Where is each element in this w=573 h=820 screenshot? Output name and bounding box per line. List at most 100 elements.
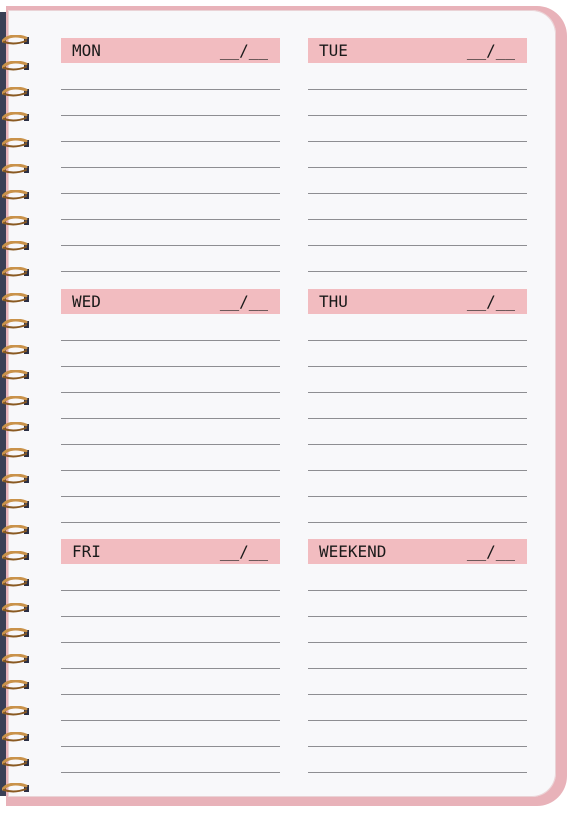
writing-line <box>308 616 527 617</box>
writing-line <box>61 642 280 643</box>
spiral-coil-icon <box>1 82 29 97</box>
spiral-coil-icon <box>1 520 29 535</box>
writing-line <box>61 141 280 142</box>
writing-line <box>308 720 527 721</box>
spiral-coil-icon <box>1 727 29 742</box>
writing-line <box>61 444 280 445</box>
writing-line <box>308 115 527 116</box>
date-blank: __/__ <box>466 292 515 311</box>
spiral-coil-icon <box>1 56 29 71</box>
writing-line <box>308 418 527 419</box>
section-header: FRI __/__ <box>61 539 280 564</box>
writing-line <box>61 668 280 669</box>
writing-line <box>61 340 280 341</box>
writing-line <box>308 496 527 497</box>
writing-line <box>61 219 280 220</box>
writing-line <box>61 193 280 194</box>
writing-line <box>308 193 527 194</box>
date-blank: __/__ <box>466 542 515 561</box>
day-label: FRI <box>72 542 101 561</box>
writing-line <box>308 772 527 773</box>
writing-line <box>61 694 280 695</box>
day-label: MON <box>72 41 101 60</box>
writing-line <box>308 219 527 220</box>
section-header: WED __/__ <box>61 289 280 314</box>
day-label: WED <box>72 292 101 311</box>
writing-line <box>308 366 527 367</box>
writing-line <box>308 271 527 272</box>
writing-line <box>308 642 527 643</box>
day-label: WEEKEND <box>319 542 387 561</box>
spiral-coil-icon <box>1 340 29 355</box>
spiral-coil-icon <box>1 236 29 251</box>
section-header: WEEKEND __/__ <box>308 539 527 564</box>
writing-line <box>61 496 280 497</box>
spiral-coil-icon <box>1 159 29 174</box>
date-blank: __/__ <box>219 41 268 60</box>
planner-page <box>8 10 556 797</box>
spiral-coil-icon <box>1 649 29 664</box>
writing-line <box>61 616 280 617</box>
writing-line <box>61 772 280 773</box>
spiral-coil-icon <box>1 211 29 226</box>
spiral-coil-icon <box>1 701 29 716</box>
writing-line <box>308 470 527 471</box>
writing-line <box>308 522 527 523</box>
writing-line <box>308 89 527 90</box>
section-mon: MON __/__ <box>61 38 280 272</box>
writing-line <box>61 245 280 246</box>
writing-line <box>61 720 280 721</box>
writing-line <box>61 418 280 419</box>
section-thu: THU __/__ <box>308 289 527 523</box>
spiral-coil-icon <box>1 598 29 613</box>
spiral-coil-icon <box>1 262 29 277</box>
writing-line <box>61 115 280 116</box>
writing-line <box>308 245 527 246</box>
writing-line <box>308 746 527 747</box>
spiral-coil-icon <box>1 365 29 380</box>
section-fri: FRI __/__ <box>61 539 280 773</box>
spiral-coil-icon <box>1 546 29 561</box>
section-header: THU __/__ <box>308 289 527 314</box>
spiral-coil-icon <box>1 752 29 767</box>
writing-line <box>308 141 527 142</box>
section-wed: WED __/__ <box>61 289 280 523</box>
spiral-coil-icon <box>1 572 29 587</box>
spiral-coil-icon <box>1 494 29 509</box>
section-header: MON __/__ <box>61 38 280 63</box>
writing-line <box>308 392 527 393</box>
section-tue: TUE __/__ <box>308 38 527 272</box>
writing-line <box>61 392 280 393</box>
spiral-coil-icon <box>1 133 29 148</box>
spiral-coil-icon <box>1 469 29 484</box>
day-label: THU <box>319 292 348 311</box>
spiral-coil-icon <box>1 288 29 303</box>
section-weekend: WEEKEND __/__ <box>308 539 527 773</box>
section-header: TUE __/__ <box>308 38 527 63</box>
writing-line <box>61 470 280 471</box>
spiral-coil-icon <box>1 30 29 45</box>
spiral-coil-icon <box>1 623 29 638</box>
spiral-coil-icon <box>1 675 29 690</box>
writing-line <box>61 522 280 523</box>
spiral-coil-icon <box>1 391 29 406</box>
spiral-coil-icon <box>1 443 29 458</box>
spiral-coil-icon <box>1 778 29 793</box>
writing-line <box>61 271 280 272</box>
writing-line <box>308 694 527 695</box>
spiral-coil-icon <box>1 185 29 200</box>
date-blank: __/__ <box>219 542 268 561</box>
writing-line <box>308 167 527 168</box>
day-label: TUE <box>319 41 348 60</box>
spiral-coil-icon <box>1 107 29 122</box>
date-blank: __/__ <box>219 292 268 311</box>
spiral-coil-icon <box>1 314 29 329</box>
writing-line <box>61 89 280 90</box>
writing-line <box>61 590 280 591</box>
writing-line <box>61 746 280 747</box>
writing-line <box>308 340 527 341</box>
spiral-coil-icon <box>1 417 29 432</box>
writing-line <box>308 668 527 669</box>
writing-line <box>308 444 527 445</box>
writing-line <box>61 167 280 168</box>
